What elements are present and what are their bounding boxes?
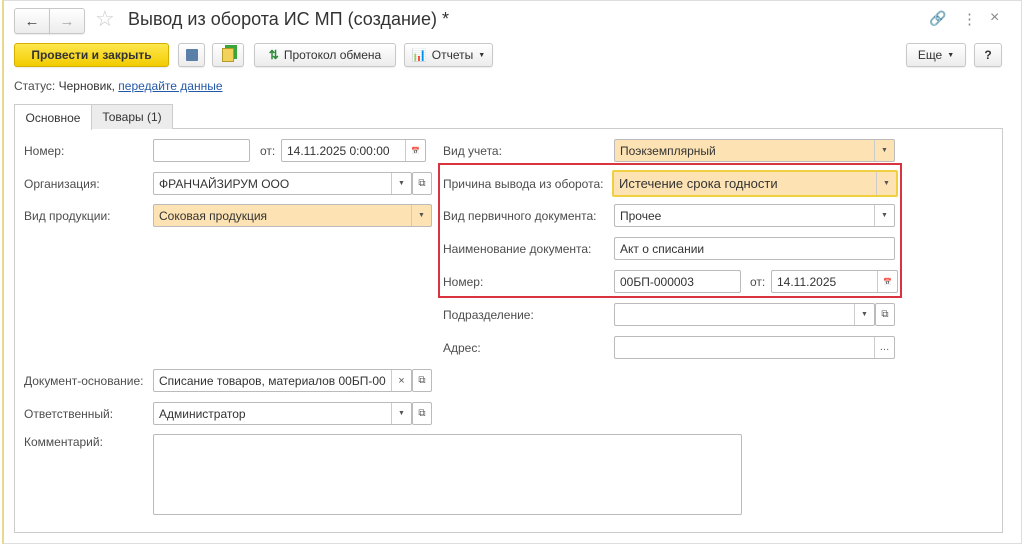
- post-document-icon: [222, 48, 234, 62]
- arrow-left-icon: ←: [24, 12, 40, 30]
- arrow-right-icon: →: [59, 12, 75, 30]
- doc-date-from-label: от:: [750, 275, 766, 289]
- post-and-close-button[interactable]: Провести и закрыть: [14, 43, 169, 67]
- chevron-down-icon[interactable]: ▼: [876, 172, 896, 195]
- open-icon[interactable]: ⧉: [412, 172, 432, 195]
- clear-icon[interactable]: ×: [391, 370, 411, 391]
- help-button[interactable]: ?: [974, 43, 1002, 67]
- tab-goods[interactable]: Товары (1): [91, 104, 173, 129]
- primary-doc-type-select[interactable]: Прочее ▼: [614, 204, 895, 227]
- chevron-down-icon[interactable]: ▼: [391, 403, 411, 424]
- base-doc-input[interactable]: Списание товаров, материалов 00БП-00 ×: [153, 369, 412, 392]
- close-icon[interactable]: ×: [990, 9, 999, 27]
- doc-number-input[interactable]: 00БП-000003: [614, 270, 741, 293]
- more-label: Еще: [917, 48, 943, 62]
- organization-value: ФРАНЧАЙЗИРУМ ООО: [159, 176, 290, 191]
- date-from-label: от:: [260, 144, 276, 158]
- base-doc-value: Списание товаров, материалов 00БП-00: [159, 373, 386, 388]
- reports-label: Отчеты: [431, 48, 474, 62]
- exchange-log-button[interactable]: ⇅ Протокол обмена: [254, 43, 396, 67]
- back-button[interactable]: ←: [14, 8, 50, 34]
- chevron-down-icon[interactable]: ▼: [874, 205, 894, 226]
- post-button[interactable]: [212, 43, 244, 67]
- doc-date-input[interactable]: 14.11.2025 📅: [771, 270, 898, 293]
- accounting-type-label: Вид учета:: [443, 144, 502, 158]
- tab-main[interactable]: Основное: [14, 104, 92, 130]
- primary-doc-type-label: Вид первичного документа:: [443, 209, 597, 223]
- address-input[interactable]: …: [614, 336, 895, 359]
- comment-textarea[interactable]: [153, 434, 742, 515]
- organization-label: Организация:: [24, 177, 100, 191]
- exchange-log-label: Протокол обмена: [283, 48, 382, 62]
- more-button[interactable]: Еще ▼: [906, 43, 966, 67]
- doc-number-label: Номер:: [443, 275, 484, 289]
- comment-label: Комментарий:: [24, 435, 103, 449]
- chevron-down-icon[interactable]: ▼: [411, 205, 431, 226]
- accounting-type-select[interactable]: Поэкземплярный ▼: [614, 139, 895, 162]
- save-icon: [185, 49, 198, 61]
- doc-date-value: 14.11.2025: [777, 274, 837, 289]
- product-type-select[interactable]: Соковая продукция ▼: [153, 204, 432, 227]
- calendar-icon[interactable]: 📅: [405, 140, 425, 161]
- product-type-value: Соковая продукция: [159, 208, 268, 223]
- date-value: 14.11.2025 0:00:00: [287, 143, 390, 158]
- open-icon[interactable]: ⧉: [412, 402, 432, 425]
- ellipsis-icon[interactable]: …: [874, 337, 894, 358]
- chevron-down-icon[interactable]: ▼: [391, 173, 411, 194]
- doc-name-label: Наименование документа:: [443, 242, 592, 256]
- reports-button[interactable]: 📊 Отчеты ▼: [404, 43, 493, 67]
- forward-button[interactable]: →: [49, 8, 85, 34]
- withdrawal-reason-select[interactable]: Истечение срока годности ▼: [612, 170, 898, 197]
- responsible-select[interactable]: Администратор ▼: [153, 402, 412, 425]
- withdrawal-reason-label: Причина вывода из оборота:: [443, 177, 604, 191]
- base-doc-label: Документ-основание:: [24, 374, 144, 388]
- responsible-label: Ответственный:: [24, 407, 114, 421]
- number-input[interactable]: [153, 139, 250, 162]
- accounting-type-value: Поэкземплярный: [620, 143, 716, 158]
- calendar-icon[interactable]: 📅: [877, 271, 897, 292]
- chevron-down-icon: ▼: [478, 51, 486, 59]
- send-data-link[interactable]: передайте данные: [118, 79, 222, 93]
- department-select[interactable]: ▼: [614, 303, 875, 326]
- link-icon[interactable]: 🔗: [929, 10, 946, 27]
- address-label: Адрес:: [443, 341, 481, 355]
- status-line: Статус: Черновик, передайте данные: [14, 79, 223, 93]
- doc-name-input[interactable]: Акт о списании: [614, 237, 895, 260]
- open-icon[interactable]: ⧉: [875, 303, 895, 326]
- product-type-label: Вид продукции:: [24, 209, 111, 223]
- number-label: Номер:: [24, 144, 65, 158]
- primary-doc-type-value: Прочее: [620, 208, 662, 223]
- status-label: Статус:: [14, 79, 56, 93]
- more-vertical-icon[interactable]: ⋮: [962, 10, 977, 28]
- date-input[interactable]: 14.11.2025 0:00:00 📅: [281, 139, 426, 162]
- open-icon[interactable]: ⧉: [412, 369, 432, 392]
- status-value: Черновик,: [58, 79, 115, 93]
- organization-select[interactable]: ФРАНЧАЙЗИРУМ ООО ▼: [153, 172, 412, 195]
- department-label: Подразделение:: [443, 308, 534, 322]
- responsible-value: Администратор: [159, 406, 246, 421]
- chevron-down-icon: ▼: [947, 51, 955, 59]
- save-button[interactable]: [178, 43, 205, 67]
- withdrawal-reason-value: Истечение срока годности: [619, 176, 778, 191]
- page-title: Вывод из оборота ИС МП (создание) *: [128, 9, 449, 29]
- favorite-star-icon[interactable]: ☆: [95, 6, 115, 32]
- chevron-down-icon[interactable]: ▼: [854, 304, 874, 325]
- exchange-arrows-icon: ⇅: [268, 48, 279, 62]
- report-icon: 📊: [411, 48, 427, 62]
- chevron-down-icon[interactable]: ▼: [874, 140, 894, 161]
